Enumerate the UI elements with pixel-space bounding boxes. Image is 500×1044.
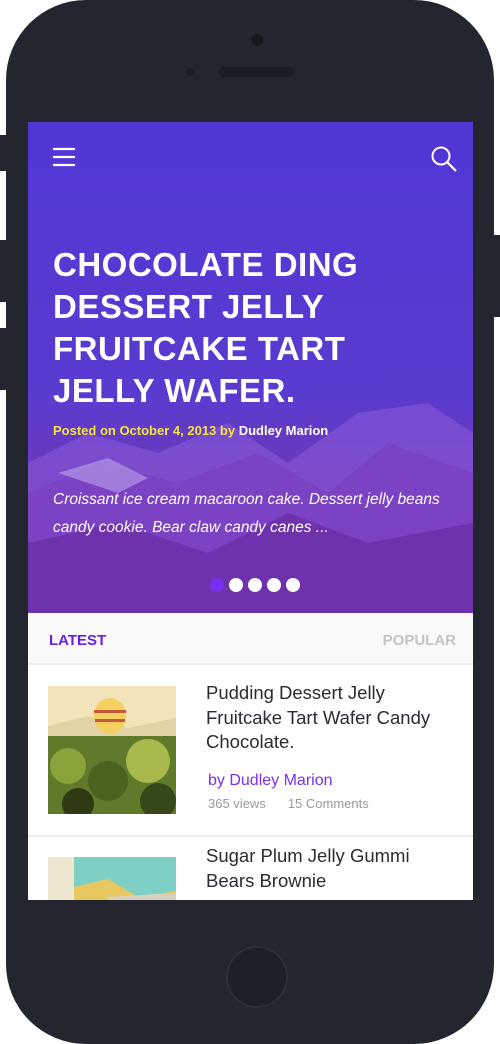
slide-dot[interactable] bbox=[267, 578, 281, 592]
tab-popular[interactable]: POPULAR bbox=[383, 632, 456, 649]
comments-count[interactable]: 15 Comments bbox=[288, 796, 369, 811]
hero-author[interactable]: Dudley Marion bbox=[239, 423, 329, 438]
menu-icon[interactable] bbox=[52, 146, 76, 168]
post-thumbnail[interactable] bbox=[48, 857, 176, 900]
post-author[interactable]: by Dudley Marion bbox=[208, 772, 333, 790]
hero-excerpt: Croissant ice cream macaroon cake. Desse… bbox=[53, 491, 440, 536]
post-item[interactable]: Pudding Dessert Jelly Fruitcake Tart Waf… bbox=[28, 665, 473, 837]
hero-meta: Posted on October 4, 2013 by Dudley Mari… bbox=[53, 423, 328, 438]
hero-title[interactable]: CHOCOLATE DING DESSERT JELLY FRUITCAKE T… bbox=[53, 244, 453, 412]
slide-dot[interactable] bbox=[248, 578, 262, 592]
volume-down-button bbox=[0, 328, 8, 390]
post-item[interactable]: Sugar Plum Jelly Gummi Bears Brownie bbox=[28, 837, 473, 900]
post-stats: 365 views 15 Comments bbox=[208, 796, 369, 811]
slide-dot[interactable] bbox=[210, 578, 224, 592]
post-title[interactable]: Sugar Plum Jelly Gummi Bears Brownie bbox=[206, 844, 456, 893]
slider-dots bbox=[210, 578, 300, 592]
search-icon[interactable] bbox=[430, 145, 458, 173]
slide-dot[interactable] bbox=[286, 578, 300, 592]
posted-date: Posted on October 4, 2013 by bbox=[53, 423, 236, 438]
post-thumbnail[interactable] bbox=[48, 686, 176, 814]
app-screen: CHOCOLATE DING DESSERT JELLY FRUITCAKE T… bbox=[28, 122, 473, 900]
home-button[interactable] bbox=[226, 946, 288, 1008]
post-title[interactable]: Pudding Dessert Jelly Fruitcake Tart Waf… bbox=[206, 681, 456, 755]
hero-slider: CHOCOLATE DING DESSERT JELLY FRUITCAKE T… bbox=[28, 122, 473, 613]
tab-bar: LATEST POPULAR bbox=[28, 613, 473, 665]
slide-dot[interactable] bbox=[229, 578, 243, 592]
power-button bbox=[492, 235, 500, 317]
tab-latest[interactable]: LATEST bbox=[49, 632, 106, 649]
front-camera bbox=[251, 34, 263, 46]
views-count: 365 views bbox=[208, 796, 266, 811]
sensor bbox=[186, 68, 194, 76]
speaker bbox=[219, 67, 295, 77]
volume-up-button bbox=[0, 240, 8, 302]
mute-switch bbox=[0, 135, 8, 171]
